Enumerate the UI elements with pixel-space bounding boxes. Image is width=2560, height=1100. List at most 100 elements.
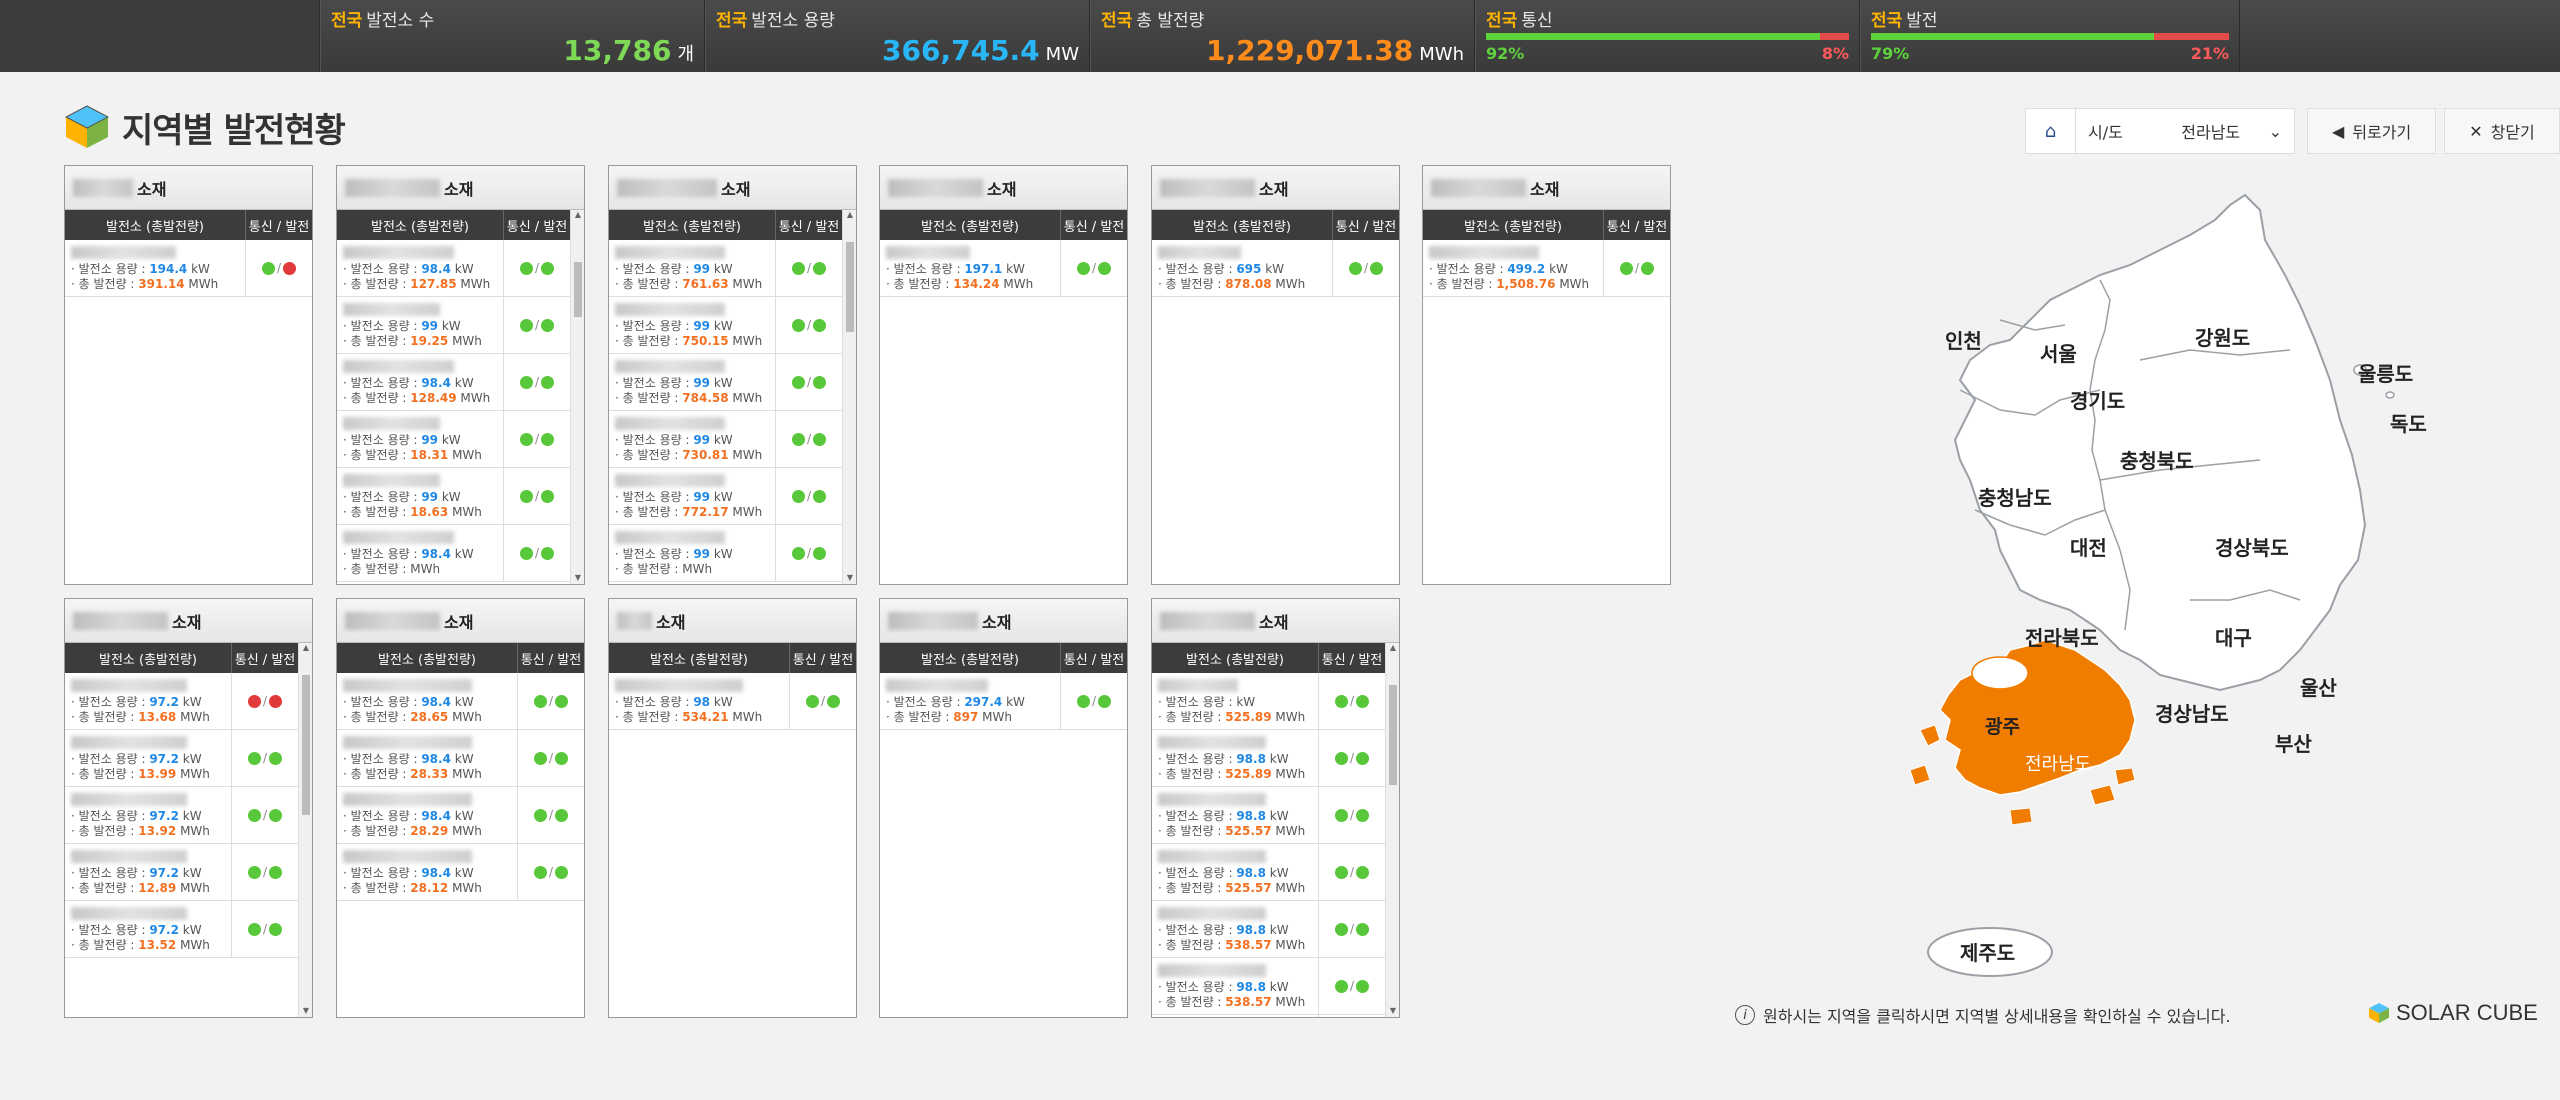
plant-row[interactable]: · 발전소 용량 : 98.8 kW · 총 발전량 : 525.89 MWh / (1152, 730, 1385, 787)
plant-capacity: · 발전소 용량 : 97.2 kW (71, 695, 202, 709)
map-label[interactable]: 제주도 (1960, 937, 2015, 966)
status-separator: / (806, 375, 812, 389)
plant-row[interactable]: · 발전소 용량 : 695 kW · 총 발전량 : 878.08 MWh / (1152, 240, 1399, 297)
plant-list: · 발전소 용량 : 499.2 kW · 총 발전량 : 1,508.76 MW… (1423, 240, 1670, 584)
plant-status: / (504, 411, 570, 467)
map-label[interactable]: 전라북도 (2025, 622, 2099, 651)
plant-row[interactable]: · 발전소 용량 : 98.8 kW · 총 발전량 : 525.57 MWh / (1152, 787, 1385, 844)
scrollbar[interactable]: ▲ ▼ (298, 643, 312, 1017)
scrollbar[interactable]: ▲ ▼ (570, 210, 584, 584)
scroll-down-icon[interactable]: ▼ (571, 573, 584, 582)
plant-row[interactable]: · 발전소 용량 : 98.8 kW · 총 발전량 : 538.57 MWh / (1152, 958, 1385, 1015)
gen-status-dot (541, 375, 555, 389)
plant-row[interactable]: · 발전소 용량 : 99 kW · 총 발전량 : 18.31 MWh / (337, 411, 570, 468)
plant-row[interactable]: · 발전소 용량 : 99 kW · 총 발전량 : MWh / (609, 525, 842, 582)
scroll-thumb[interactable] (302, 675, 310, 815)
scroll-up-icon[interactable]: ▲ (299, 643, 312, 652)
map-label[interactable]: 충청북도 (2120, 445, 2194, 474)
plant-row[interactable]: · 발전소 용량 : 97.2 kW · 총 발전량 : 13.99 MWh / (65, 730, 298, 787)
back-button[interactable]: ◀ 뒤로가기 (2307, 108, 2437, 154)
scroll-down-icon[interactable]: ▼ (843, 573, 856, 582)
map-label[interactable]: 경상북도 (2215, 532, 2289, 561)
scrollbar[interactable]: ▲ ▼ (1385, 643, 1399, 1017)
plant-row[interactable]: · 발전소 용량 : 97.2 kW · 총 발전량 : 13.92 MWh / (65, 787, 298, 844)
plant-row[interactable]: · 발전소 용량 : 98.4 kW · 총 발전량 : 127.85 MWh / (337, 240, 570, 297)
map-label[interactable]: 강원도 (2195, 322, 2250, 351)
redacted-region-name (617, 178, 717, 197)
plant-row[interactable]: · 발전소 용량 : 98.4 kW · 총 발전량 : 28.29 MWh / (337, 787, 584, 844)
plant-row[interactable]: · 발전소 용량 : 98.4 kW · 총 발전량 : 28.33 MWh / (337, 730, 584, 787)
redacted-plant-name (615, 679, 743, 692)
plant-row[interactable]: · 발전소 용량 : 98.4 kW · 총 발전량 : MWh / (337, 525, 570, 582)
close-button[interactable]: ✕ 창닫기 (2444, 108, 2560, 154)
scroll-thumb[interactable] (574, 262, 582, 317)
redacted-plant-name (71, 907, 187, 920)
plant-row[interactable]: · 발전소 용량 : 98.4 kW · 총 발전량 : 28.12 MWh / (337, 844, 584, 901)
region-select[interactable]: 시/도 전라남도 ⌄ (2075, 108, 2295, 154)
plant-row[interactable]: · 발전소 용량 : 197.1 kW · 총 발전량 : 134.24 MWh / (880, 240, 1127, 297)
map-label[interactable]: 광주 (1985, 712, 2020, 739)
plant-row[interactable]: · 발전소 용량 : 98.8 kW · 총 발전량 : 525.57 MWh / (1152, 844, 1385, 901)
map-label[interactable]: 충청남도 (1978, 482, 2052, 511)
plant-row[interactable]: · 발전소 용량 : 99 kW · 총 발전량 : 730.81 MWh / (609, 411, 842, 468)
scroll-up-icon[interactable]: ▲ (843, 210, 856, 219)
comm-status-dot (1334, 751, 1348, 765)
plant-row[interactable]: · 발전소 용량 : 99 kW · 총 발전량 : 19.25 MWh / (337, 297, 570, 354)
plant-row[interactable]: · 발전소 용량 : 99 kW · 총 발전량 : 784.58 MWh / (609, 354, 842, 411)
plant-row[interactable]: · 발전소 용량 : 99 kW · 총 발전량 : 750.15 MWh / (609, 297, 842, 354)
redacted-plant-name (71, 679, 187, 692)
plant-generation: · 총 발전량 : 13.68 MWh (71, 710, 210, 724)
col-plant-header: 발전소 (총발전량) (337, 210, 504, 240)
table-header: 발전소 (총발전량) 통신 / 발전 (337, 210, 584, 240)
redacted-plant-name (1158, 679, 1238, 692)
map-label[interactable]: 경기도 (2070, 385, 2125, 414)
scroll-down-icon[interactable]: ▼ (1386, 1006, 1399, 1015)
map-label[interactable]: 경상남도 (2155, 698, 2229, 727)
plant-generation: · 총 발전량 : MWh (615, 562, 713, 576)
plant-generation: · 총 발전량 : 134.24 MWh (886, 277, 1034, 291)
plant-info: · 발전소 용량 : 99 kW · 총 발전량 : MWh (609, 525, 776, 581)
home-button[interactable]: ⌂ (2025, 108, 2075, 154)
map-region-mainland[interactable] (1953, 193, 2367, 692)
scroll-thumb[interactable] (846, 242, 854, 332)
plant-row[interactable]: · 발전소 용량 : kW · 총 발전량 : 525.89 MWh / (1152, 673, 1385, 730)
plant-row[interactable]: · 발전소 용량 : 194.4 kW · 총 발전량 : 391.14 MWh / (65, 240, 312, 297)
map-label[interactable]: 독도 (2390, 408, 2427, 437)
plant-row[interactable]: · 발전소 용량 : 499.2 kW · 총 발전량 : 1,508.76 MW… (1423, 240, 1670, 297)
korea-map[interactable]: 인천 서울경기도 강원도울릉도독도충청북도충청남도대전 경상북도전라북도 대구울산광주 전… (1860, 180, 2427, 1000)
plant-row[interactable]: · 발전소 용량 : 98 kW · 총 발전량 : 534.21 MWh / (609, 673, 856, 730)
scroll-thumb[interactable] (1389, 685, 1397, 785)
plant-row[interactable]: · 발전소 용량 : 97.2 kW · 총 발전량 : 13.68 MWh / (65, 673, 298, 730)
map-label[interactable]: 대전 (2070, 532, 2107, 561)
map-label[interactable]: 서울 (2040, 338, 2077, 367)
plant-row[interactable]: · 발전소 용량 : 98.4 kW · 총 발전량 : 128.49 MWh / (337, 354, 570, 411)
map-label[interactable]: 인천 (1945, 325, 1982, 354)
col-status-header: 통신 / 발전 (1321, 652, 1383, 668)
scroll-down-icon[interactable]: ▼ (299, 1006, 312, 1015)
plant-row[interactable]: · 발전소 용량 : 98.4 kW · 총 발전량 : 28.65 MWh / (337, 673, 584, 730)
status-separator: / (806, 489, 812, 503)
plant-row[interactable]: · 발전소 용량 : 98.8 kW · 총 발전량 : 538.57 MWh / (1152, 901, 1385, 958)
plant-row[interactable]: · 발전소 용량 : 97.2 kW · 총 발전량 : 13.52 MWh / (65, 901, 298, 958)
map-label[interactable]: 부산 (2275, 728, 2312, 757)
map-label[interactable]: 울릉도 (2358, 358, 2413, 387)
plant-status: / (232, 844, 298, 900)
scroll-up-icon[interactable]: ▲ (1386, 643, 1399, 652)
map-label[interactable]: 대구 (2215, 622, 2252, 651)
plant-row[interactable]: · 발전소 용량 : 99 kW · 총 발전량 : 772.17 MWh / (609, 468, 842, 525)
plant-status: / (1319, 844, 1385, 900)
gen-status-dot (1098, 694, 1112, 708)
region-panel: 소재 발전소 (총발전량) 통신 / 발전 · 발전소 용량 : 98.4 kW · 총… (336, 598, 585, 1018)
plant-row[interactable]: · 발전소 용량 : 97.2 kW · 총 발전량 : 12.89 MWh / (65, 844, 298, 901)
plant-row[interactable]: · 발전소 용량 : 297.4 kW · 총 발전량 : 897 MWh / (880, 673, 1127, 730)
plant-row[interactable]: · 발전소 용량 : 99 kW · 총 발전량 : 18.63 MWh / (337, 468, 570, 525)
scrollbar[interactable]: ▲ ▼ (842, 210, 856, 584)
plant-row[interactable]: · 발전소 용량 : 98.8 kW· 총 발전량 : MWh/ (1152, 1015, 1385, 1017)
plant-generation: · 총 발전량 : 878.08 MWh (1158, 277, 1306, 291)
comm-status-dot (519, 261, 533, 275)
map-label[interactable]: 전라남도 (2025, 750, 2091, 776)
map-label[interactable]: 울산 (2300, 672, 2337, 701)
plant-row[interactable]: · 발전소 용량 : 99 kW · 총 발전량 : 761.63 MWh / (609, 240, 842, 297)
scroll-up-icon[interactable]: ▲ (571, 210, 584, 219)
gen-status-dot (1356, 979, 1370, 993)
